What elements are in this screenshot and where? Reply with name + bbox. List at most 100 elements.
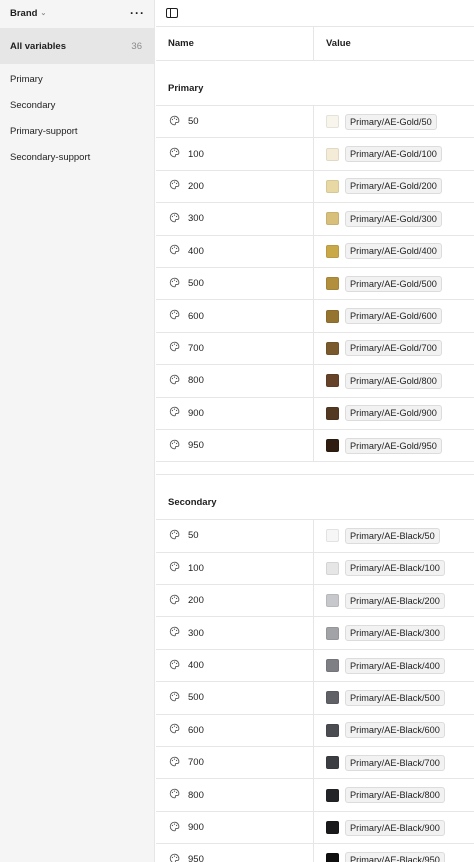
alias-chip[interactable]: Primary/AE-Black/800 xyxy=(345,787,445,804)
table-row[interactable]: 400 Primary/AE-Gold/400 xyxy=(156,235,474,268)
variable-name: 950 xyxy=(188,854,204,862)
alias-chip[interactable]: Primary/AE-Black/700 xyxy=(345,754,445,771)
palette-icon xyxy=(169,561,180,575)
variable-value-cell[interactable]: Primary/AE-Black/900 xyxy=(314,812,445,843)
table-row[interactable]: 200 Primary/AE-Black/200 xyxy=(156,585,474,618)
variable-name: 800 xyxy=(188,375,204,387)
table-row[interactable]: 800 Primary/AE-Gold/800 xyxy=(156,365,474,398)
group-title: Secondary xyxy=(156,474,474,521)
variable-count: 36 xyxy=(131,40,142,52)
variable-value-cell[interactable]: Primary/AE-Black/700 xyxy=(314,747,445,778)
alias-chip[interactable]: Primary/AE-Black/500 xyxy=(345,689,445,706)
alias-chip[interactable]: Primary/AE-Gold/950 xyxy=(345,437,442,454)
table-row[interactable]: 100 Primary/AE-Black/100 xyxy=(156,552,474,586)
table-row[interactable]: 600 Primary/AE-Black/600 xyxy=(156,714,474,748)
table-row[interactable]: 200 Primary/AE-Gold/200 xyxy=(156,170,474,204)
variable-value-cell[interactable]: Primary/AE-Gold/400 xyxy=(314,236,442,267)
more-options-icon[interactable]: ··· xyxy=(130,7,145,19)
table-row[interactable]: 300 Primary/AE-Gold/300 xyxy=(156,203,474,236)
alias-chip[interactable]: Primary/AE-Gold/50 xyxy=(345,113,437,130)
variable-value-cell[interactable]: Primary/AE-Gold/100 xyxy=(314,138,442,169)
palette-icon xyxy=(169,277,180,291)
toolbar xyxy=(156,0,474,26)
color-swatch xyxy=(326,374,339,388)
alias-chip[interactable]: Primary/AE-Black/50 xyxy=(345,527,440,544)
color-swatch xyxy=(326,561,339,575)
variable-value-cell[interactable]: Primary/AE-Black/950 xyxy=(314,844,445,862)
sidebar-item-primary-support[interactable]: Primary-support xyxy=(0,118,154,144)
alias-chip[interactable]: Primary/AE-Gold/500 xyxy=(345,275,442,292)
color-swatch xyxy=(326,439,339,453)
sidebar: Brand ⌄ ··· All variables 36 Primary Sec… xyxy=(0,0,155,862)
alias-chip[interactable]: Primary/AE-Gold/100 xyxy=(345,146,442,163)
palette-icon xyxy=(169,788,180,802)
variable-value-cell[interactable]: Primary/AE-Black/50 xyxy=(314,520,440,551)
toggle-sidebar-icon[interactable] xyxy=(166,8,178,18)
variable-value-cell[interactable]: Primary/AE-Black/100 xyxy=(314,553,445,584)
variable-name: 500 xyxy=(188,278,204,290)
variable-value-cell[interactable]: Primary/AE-Gold/200 xyxy=(314,171,442,202)
alias-chip[interactable]: Primary/AE-Gold/200 xyxy=(345,178,442,195)
palette-icon xyxy=(169,821,180,835)
table-row[interactable]: 900 Primary/AE-Black/900 xyxy=(156,811,474,845)
table-row[interactable]: 700 Primary/AE-Gold/700 xyxy=(156,332,474,366)
variable-value-cell[interactable]: Primary/AE-Gold/950 xyxy=(314,430,442,461)
table-row[interactable]: 900 Primary/AE-Gold/900 xyxy=(156,397,474,430)
table-row[interactable]: 50 Primary/AE-Black/50 xyxy=(156,520,474,553)
sidebar-item-secondary[interactable]: Secondary xyxy=(0,92,154,118)
alias-chip[interactable]: Primary/AE-Black/100 xyxy=(345,560,445,577)
table-row[interactable]: 500 Primary/AE-Gold/500 xyxy=(156,267,474,301)
variable-value-cell[interactable]: Primary/AE-Black/400 xyxy=(314,650,445,681)
sidebar-item-primary[interactable]: Primary xyxy=(0,66,154,92)
variable-name-cell: 900 xyxy=(156,397,314,429)
variable-value-cell[interactable]: Primary/AE-Gold/700 xyxy=(314,333,442,364)
table-row[interactable]: 600 Primary/AE-Gold/600 xyxy=(156,300,474,333)
sidebar-item-label: Secondary xyxy=(10,99,56,111)
variable-value-cell[interactable]: Primary/AE-Black/500 xyxy=(314,682,445,713)
alias-chip[interactable]: Primary/AE-Gold/400 xyxy=(345,243,442,260)
variable-value-cell[interactable]: Primary/AE-Black/300 xyxy=(314,617,445,648)
alias-chip[interactable]: Primary/AE-Gold/900 xyxy=(345,405,442,422)
variable-value-cell[interactable]: Primary/AE-Gold/800 xyxy=(314,365,442,396)
table-row[interactable]: 700 Primary/AE-Black/700 xyxy=(156,747,474,780)
alias-chip[interactable]: Primary/AE-Black/900 xyxy=(345,819,445,836)
sidebar-item-all-variables[interactable]: All variables 36 xyxy=(0,28,154,64)
variable-value-cell[interactable]: Primary/AE-Gold/600 xyxy=(314,300,442,331)
table-row[interactable]: 950 Primary/AE-Gold/950 xyxy=(156,429,474,463)
alias-chip[interactable]: Primary/AE-Gold/700 xyxy=(345,340,442,357)
column-header-name[interactable]: Name xyxy=(156,27,314,60)
variable-value-cell[interactable]: Primary/AE-Gold/50 xyxy=(314,106,437,137)
palette-icon xyxy=(169,594,180,608)
alias-chip[interactable]: Primary/AE-Gold/800 xyxy=(345,372,442,389)
palette-icon xyxy=(169,244,180,258)
column-header-value[interactable]: Value xyxy=(314,27,351,60)
alias-chip[interactable]: Primary/AE-Black/600 xyxy=(345,722,445,739)
variable-name: 800 xyxy=(188,789,204,801)
table-row[interactable]: 300 Primary/AE-Black/300 xyxy=(156,617,474,650)
table-row[interactable]: 400 Primary/AE-Black/400 xyxy=(156,649,474,683)
color-swatch xyxy=(326,821,339,834)
variable-value-cell[interactable]: Primary/AE-Gold/900 xyxy=(314,398,442,429)
palette-icon xyxy=(169,659,180,673)
variable-value-cell[interactable]: Primary/AE-Black/600 xyxy=(314,715,445,746)
palette-icon xyxy=(169,723,180,737)
table-row[interactable]: 800 Primary/AE-Black/800 xyxy=(156,779,474,812)
variable-value-cell[interactable]: Primary/AE-Gold/300 xyxy=(314,203,442,234)
alias-chip[interactable]: Primary/AE-Gold/300 xyxy=(345,210,442,227)
table-row[interactable]: 100 Primary/AE-Gold/100 xyxy=(156,138,474,171)
table-row[interactable]: 50 Primary/AE-Gold/50 xyxy=(156,106,474,139)
alias-chip[interactable]: Primary/AE-Gold/600 xyxy=(345,308,442,325)
collection-dropdown[interactable]: Brand ⌄ xyxy=(10,8,46,19)
variable-value-cell[interactable]: Primary/AE-Black/800 xyxy=(314,779,445,810)
variable-name-cell: 400 xyxy=(156,649,314,682)
table-row[interactable]: 950 Primary/AE-Black/950 xyxy=(156,844,474,862)
variable-name: 100 xyxy=(188,148,204,160)
table-row[interactable]: 500 Primary/AE-Black/500 xyxy=(156,682,474,715)
alias-chip[interactable]: Primary/AE-Black/300 xyxy=(345,625,445,642)
variable-value-cell[interactable]: Primary/AE-Gold/500 xyxy=(314,268,442,299)
variable-value-cell[interactable]: Primary/AE-Black/200 xyxy=(314,585,445,616)
sidebar-item-secondary-support[interactable]: Secondary-support xyxy=(0,144,154,170)
alias-chip[interactable]: Primary/AE-Black/950 xyxy=(345,851,445,862)
alias-chip[interactable]: Primary/AE-Black/400 xyxy=(345,657,445,674)
alias-chip[interactable]: Primary/AE-Black/200 xyxy=(345,592,445,609)
